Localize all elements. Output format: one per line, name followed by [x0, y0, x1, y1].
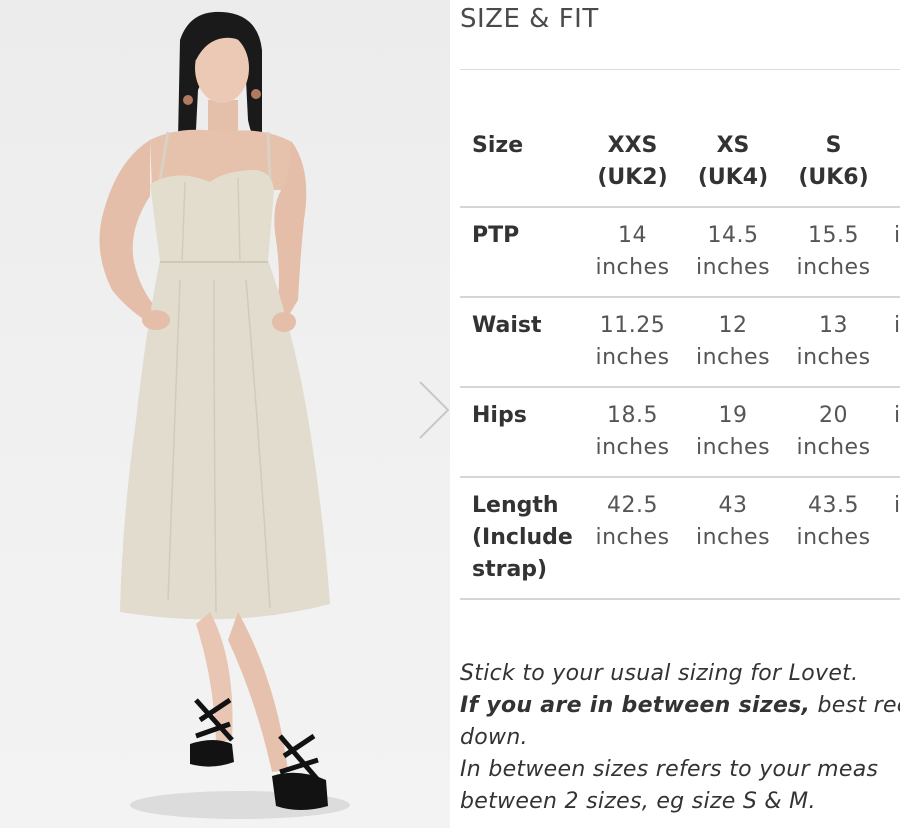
- table-cell: 43 inches: [681, 477, 785, 600]
- table-cell: inches: [882, 297, 900, 388]
- size-chart-table: Size XXS (UK2) XS (UK4) S (UK6) PTP 14 i…: [460, 118, 900, 600]
- fit-notes: Stick to your usual sizing for Lovet. If…: [460, 658, 900, 818]
- table-header-row: Size XXS (UK2) XS (UK4) S (UK6): [460, 118, 900, 208]
- fit-note-line: If you are in between sizes, best reco: [460, 690, 900, 722]
- table-cell: 14 inches: [584, 207, 681, 298]
- table-cell: 19 inches: [681, 387, 785, 478]
- size-column-xxs: XXS (UK2): [584, 118, 681, 208]
- table-cell: 15.5 inches: [785, 207, 882, 298]
- fit-note-line: Stick to your usual sizing for Lovet.: [460, 661, 859, 686]
- table-row-length: Length (Include strap) 42.5 inches 43 inch…: [460, 477, 900, 600]
- divider: [460, 69, 900, 70]
- product-image: [0, 0, 450, 828]
- fit-note-line: down.: [460, 725, 528, 750]
- table-cell: 11.25 inches: [584, 297, 681, 388]
- fit-note-text: best reco: [817, 693, 900, 718]
- table-cell: inches: [882, 477, 900, 600]
- model-photo: [99, 11, 350, 819]
- section-title: SIZE & FIT: [460, 4, 599, 34]
- row-label: Waist: [460, 297, 584, 388]
- row-label: Hips: [460, 387, 584, 478]
- table-row-hips: Hips 18.5inches 19inches 20inches inches: [460, 387, 900, 478]
- fit-note-emphasis: If you are in between sizes,: [460, 693, 811, 718]
- table-cell: 43.5 inches: [785, 477, 882, 600]
- chevron-right-icon[interactable]: [414, 380, 450, 440]
- row-label: PTP: [460, 207, 584, 298]
- row-label: Length (Include strap): [460, 477, 584, 600]
- table-cell: 18.5 inches: [584, 387, 681, 478]
- table-cell: inches: [882, 387, 900, 478]
- size-fit-panel: SIZE & FIT Size XXS (UK2) XS (UK4) S (UK…: [460, 0, 900, 828]
- table-cell: inches: [882, 207, 900, 298]
- table-row-ptp: PTP 14inches 14.5inches 15.5inches inche…: [460, 207, 900, 298]
- table-cell: 12 inches: [681, 297, 785, 388]
- table-cell: 20 inches: [785, 387, 882, 478]
- size-column-xs: XS (UK4): [681, 118, 785, 208]
- table-cell: 42.5 inches: [584, 477, 681, 600]
- table-row-waist: Waist 11.25inches 12inches 13inches inch…: [460, 297, 900, 388]
- table-cell: 13 inches: [785, 297, 882, 388]
- fit-note-line: between 2 sizes, eg size S & M.: [460, 789, 816, 814]
- size-column-next: [882, 118, 900, 208]
- table-cell: 14.5 inches: [681, 207, 785, 298]
- fit-note-line: In between sizes refers to your meas: [460, 757, 879, 782]
- size-column-s: S (UK6): [785, 118, 882, 208]
- product-page: SIZE & FIT Size XXS (UK2) XS (UK4) S (UK…: [0, 0, 900, 828]
- size-header: Size: [460, 118, 584, 208]
